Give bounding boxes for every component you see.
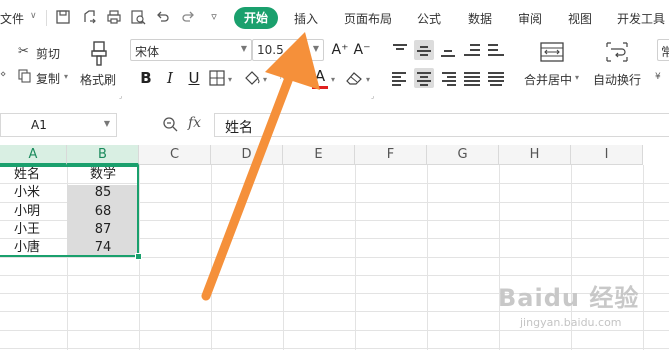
watermark: Baidu 经验 jingyan.baidu.com xyxy=(498,278,648,338)
arrow-shaft xyxy=(201,73,294,301)
watermark-url: jingyan.baidu.com xyxy=(520,316,622,329)
watermark-brand: Baidu 经验 xyxy=(498,284,640,312)
